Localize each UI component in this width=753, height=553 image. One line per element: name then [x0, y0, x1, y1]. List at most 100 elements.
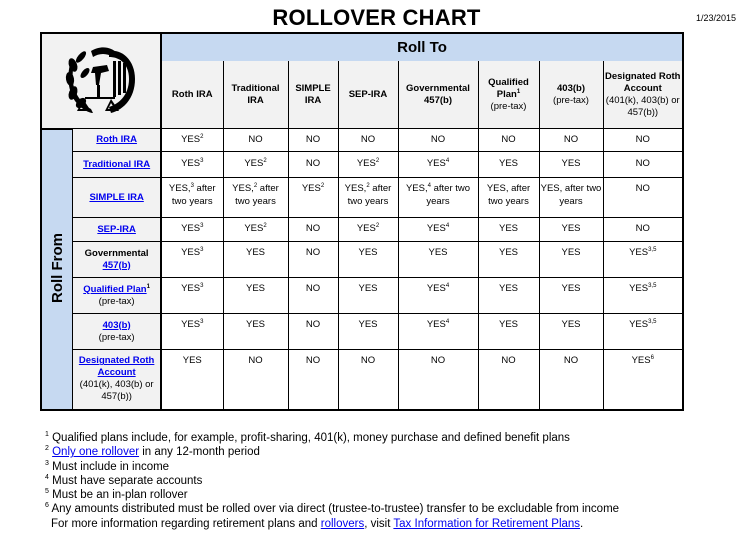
- cell-value: YES: [428, 247, 448, 258]
- cell-value: YES: [426, 223, 446, 235]
- cell-designated-roth-account-to-governmental-457-b: NO: [397, 349, 479, 410]
- cell-value: NO: [305, 158, 321, 170]
- cell-value: YES: [426, 319, 446, 330]
- cell-footnote-ref: 4: [445, 223, 450, 230]
- cell-value: YES: [182, 355, 202, 366]
- cell-value: YES: [629, 319, 649, 330]
- cell-value: YES: [181, 319, 201, 330]
- row-header-sep-ira: SEP-IRA: [72, 217, 163, 242]
- row-header-link-sep-ira[interactable]: SEP-IRA: [97, 224, 136, 235]
- cell-403-b-to-403-b: YES: [538, 313, 604, 350]
- row-header-link-457-b[interactable]: 457(b): [103, 260, 131, 271]
- cell-value: NO: [501, 133, 516, 145]
- cell-value: NO: [248, 133, 263, 145]
- date-label: 1/23/2015: [695, 13, 736, 23]
- cell-roth-ira-to-403-b: NO: [538, 128, 604, 152]
- cell-qualified-plan-to-qualified-plan: YES: [477, 277, 540, 314]
- row-header-designated-roth-account: Designated Roth Account (401(k), 403(b) o…: [72, 349, 163, 410]
- more-information-note: For more information regarding retiremen…: [51, 517, 584, 530]
- row-header-link-designated-roth-account[interactable]: Designated Roth Account: [79, 355, 154, 378]
- cell-value: YES: [356, 158, 376, 170]
- cell-403-b-to-simple-ira: NO: [287, 313, 339, 350]
- cell-value: YES: [181, 133, 201, 145]
- cell-traditional-ira-to-roth-ira: YES3: [160, 151, 224, 178]
- cell-value: YES, after two years: [540, 183, 602, 207]
- cell-value: NO: [360, 133, 376, 145]
- cell-value: YES: [356, 223, 376, 235]
- cell-value: NO: [305, 319, 321, 330]
- row-header-link-traditional-ira[interactable]: Traditional IRA: [83, 159, 150, 170]
- cell-sep-ira-to-traditional-ira: YES2: [222, 217, 289, 242]
- cell-value: YES: [561, 247, 581, 258]
- cell-roth-ira-to-sep-ira: NO: [337, 128, 399, 152]
- cell-value: NO: [430, 133, 446, 145]
- cell-value: YES: [358, 247, 378, 258]
- cell-value: YES: [245, 283, 265, 294]
- table-row: 403(b) (pre-tax) YES3 YES NO YES YES4 YES YES YES…: [41, 313, 684, 350]
- cell-value: NO: [563, 133, 579, 145]
- cell-value: YES: [498, 319, 518, 330]
- row-header-link-roth-ira[interactable]: Roth IRA: [96, 134, 137, 145]
- cell-value: YES: [181, 283, 201, 294]
- cell-value: YES: [498, 247, 518, 258]
- row-header-qualified-plan: Qualified Plan1 (pre-tax): [72, 277, 163, 314]
- cell-footnote-ref: 2: [375, 158, 380, 165]
- cell-value: YES: [561, 319, 581, 330]
- cell-footnote-ref: 3: [200, 158, 204, 165]
- row-header-subtext: (pre-tax): [98, 295, 135, 307]
- row-header-403-b: 403(b) (pre-tax): [72, 313, 163, 350]
- cell-footnote-ref: 4: [445, 318, 450, 325]
- column-header-governmental-457b: Governmental 457(b): [397, 61, 479, 129]
- cell-403-b-to-governmental-457-b: YES4: [397, 313, 479, 350]
- cell-value: YES: [301, 183, 321, 194]
- row-header-link-qualified-plan[interactable]: Qualified Plan: [83, 284, 146, 295]
- rollovers-link[interactable]: rollovers: [321, 518, 364, 530]
- cell-value: NO: [501, 355, 516, 366]
- footnote-4: 4 Must have separate accounts: [45, 474, 203, 487]
- cell-value: NO: [305, 247, 321, 258]
- rollover-chart-table: Roll To Roth IRA Traditional IRA SIMPLE …: [40, 32, 684, 411]
- cell-403-b-to-sep-ira: YES: [337, 313, 399, 350]
- cell-footnote-ref: 3: [200, 246, 204, 253]
- cell-footnote-ref: 2: [263, 223, 267, 230]
- roll-from-header: Roll From: [40, 127, 73, 410]
- cell-designated-roth-account-to-traditional-ira: NO: [222, 349, 289, 410]
- cell-value: YES: [358, 283, 378, 294]
- cell-traditional-ira-to-simple-ira: NO: [287, 151, 339, 178]
- cell-simple-ira-to-simple-ira: YES2: [287, 177, 339, 218]
- footnote-3: 3 Must include in income: [45, 459, 170, 473]
- cell-value: NO: [635, 183, 650, 194]
- roll-to-header: Roll To: [160, 33, 684, 61]
- cell-457-b-to-traditional-ira: YES: [222, 241, 289, 278]
- tax-info-retirement-plans-link[interactable]: Tax Information for Retirement Plans: [393, 518, 580, 530]
- cell-457-b-to-roth-ira: YES3: [160, 241, 224, 278]
- row-header-link-simple-ira[interactable]: SIMPLE IRA: [89, 192, 143, 203]
- cell-value: NO: [430, 355, 446, 366]
- cell-value: NO: [248, 355, 263, 366]
- row-header-footnote-ref: 1: [146, 283, 150, 290]
- cell-403-b-to-designated-roth-account: YES3,5: [602, 313, 684, 350]
- cell-value: YES: [181, 158, 201, 170]
- table-row: Traditional IRA YES3 YES2 NO YES2 YES4 YES YES N…: [41, 151, 684, 178]
- column-header-traditional-ira: Traditional IRA: [222, 61, 289, 129]
- cell-qualified-plan-to-sep-ira: YES: [337, 277, 399, 314]
- cell-traditional-ira-to-traditional-ira: YES2: [222, 151, 289, 178]
- cell-457-b-to-simple-ira: NO: [287, 241, 339, 278]
- cell-footnote-ref: 2: [263, 158, 267, 165]
- cell-footnote-ref: 2: [200, 133, 204, 140]
- cell-value: NO: [635, 133, 650, 145]
- row-header-link-403-b[interactable]: 403(b): [103, 320, 131, 331]
- cell-403-b-to-roth-ira: YES3: [160, 313, 224, 350]
- cell-qualifier: after two years: [426, 183, 471, 207]
- cell-value: NO: [305, 223, 321, 235]
- cell-simple-ira-to-governmental-457-b: YES,4 after two years: [397, 177, 479, 218]
- cell-457-b-to-designated-roth-account: YES3,5: [602, 241, 684, 278]
- only-one-rollover-link[interactable]: Only one rollover: [52, 446, 139, 458]
- row-header-text: Governmental: [84, 247, 149, 259]
- cell-value: NO: [360, 355, 376, 366]
- cell-value: YES: [498, 223, 518, 235]
- cell-value: YES,: [344, 183, 367, 194]
- cell-value: YES: [631, 355, 651, 366]
- footnotes: 1 Qualified plans include, for example, …: [45, 431, 619, 531]
- cell-footnote-ref: 4: [445, 158, 450, 165]
